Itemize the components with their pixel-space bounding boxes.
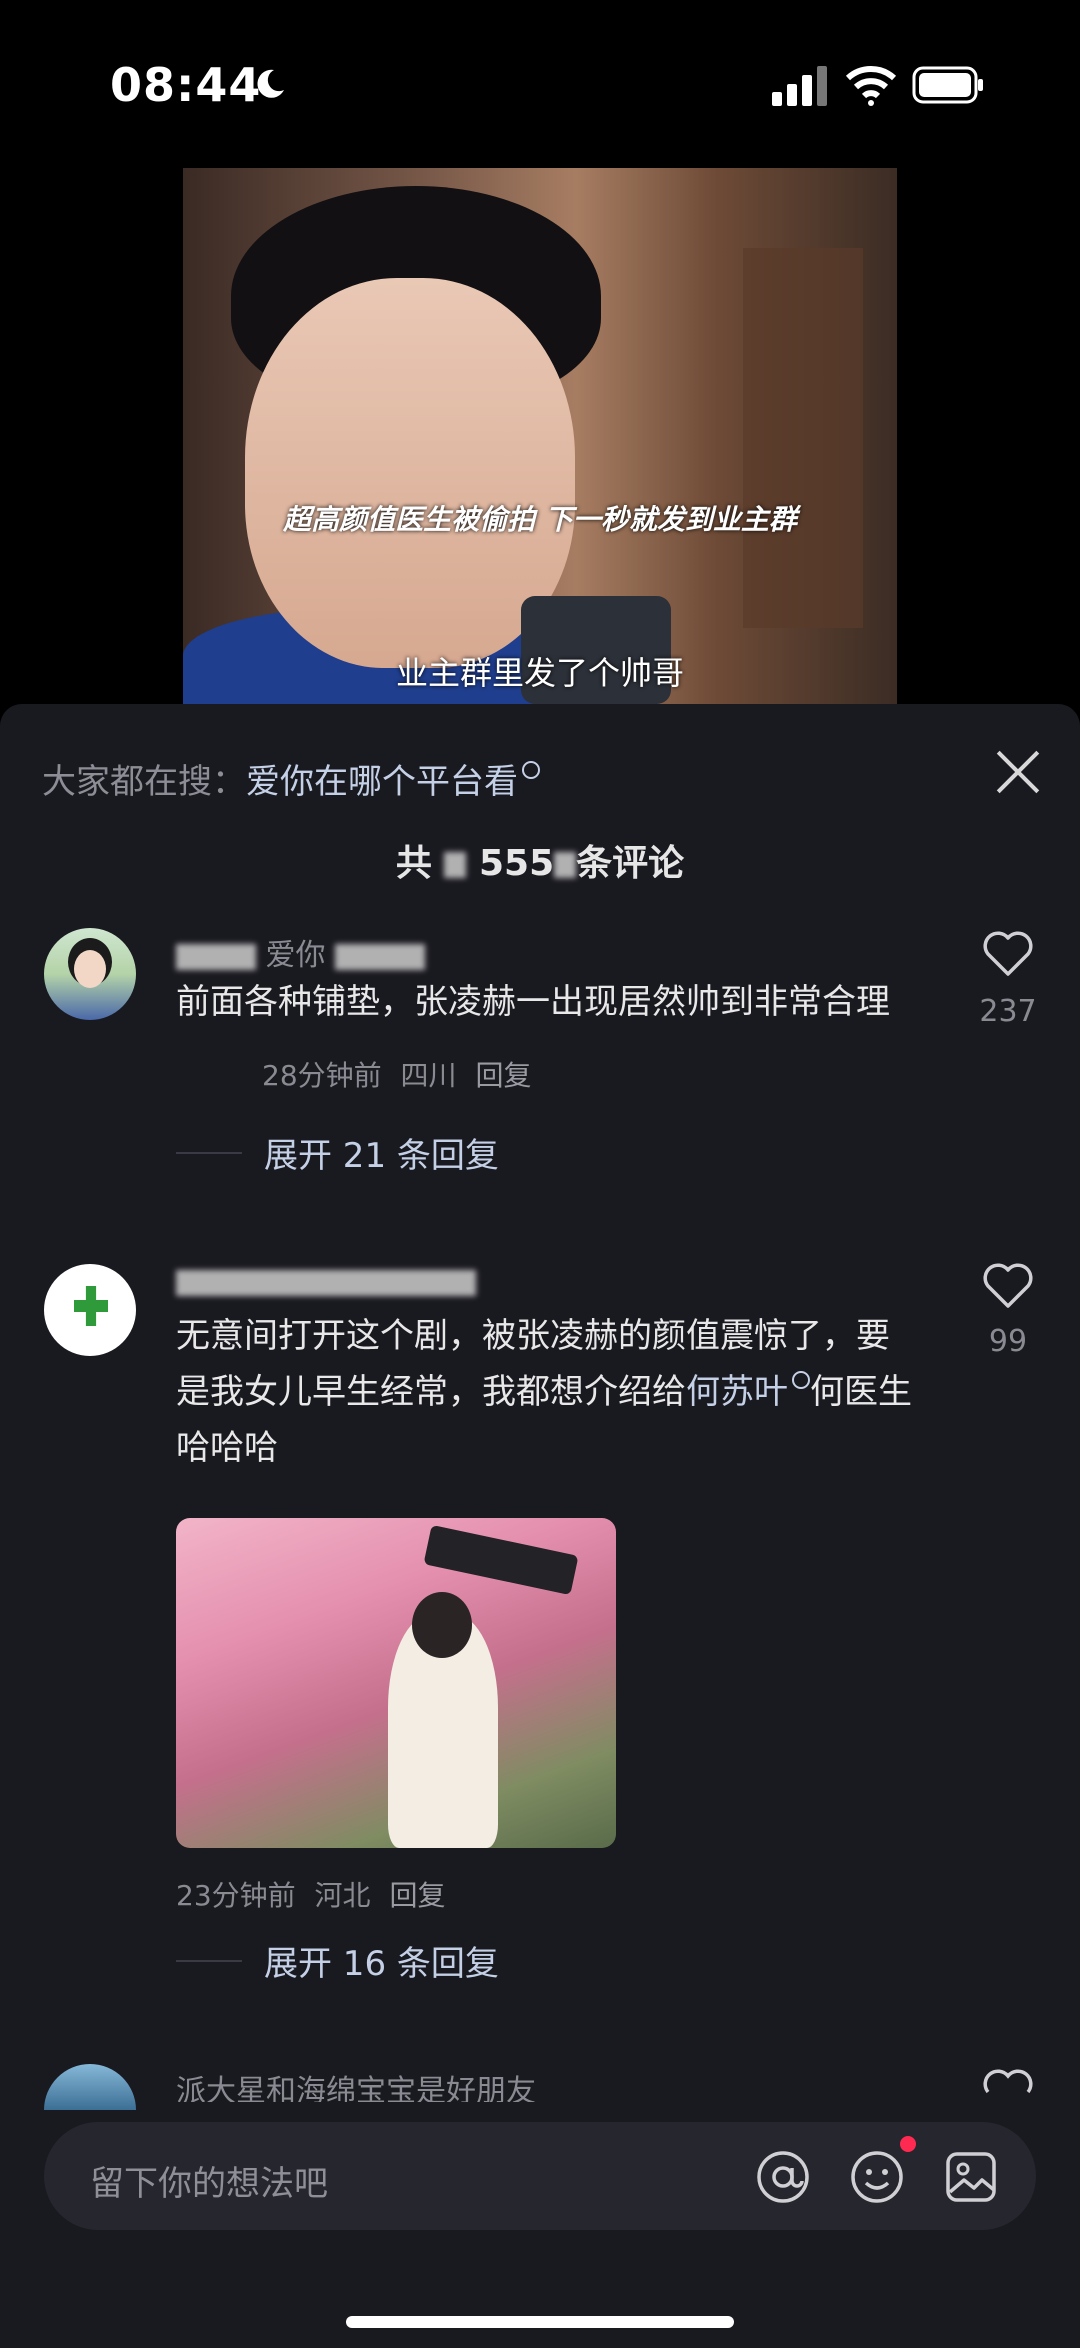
divider — [176, 1960, 242, 1962]
divider — [176, 1152, 242, 1154]
avatar-cross-shape — [74, 1286, 108, 1326]
image-picker-icon[interactable] — [942, 2148, 1000, 2206]
close-icon[interactable] — [994, 748, 1042, 796]
comment-meta: 23分钟前 河北 回复 — [176, 1874, 455, 1914]
cellular-signal-icon — [772, 66, 827, 106]
comment-count-prefix: 共 — [395, 843, 432, 884]
comment-time: 28分钟前 — [262, 1059, 382, 1092]
reply-button[interactable]: 回复 — [475, 1059, 531, 1092]
battery-icon — [912, 66, 983, 104]
trending-search-prefix: 大家都在搜： — [42, 762, 246, 802]
comment-image[interactable] — [176, 1518, 616, 1848]
comment-text: 无意间打开这个剧，被张凌赫的颜值震惊了，要是我女儿早生经常，我都想介绍给何苏叶何… — [176, 1308, 916, 1476]
heart-icon[interactable] — [982, 1262, 1034, 1310]
comments-sheet: 大家都在搜：爱你在哪个平台看 共 555 条评论 爱你 前面各种铺垫，张凌赫一出现… — [0, 704, 1080, 2348]
comment-time: 23分钟前 — [176, 1879, 296, 1912]
comment-location: 河北 — [314, 1879, 371, 1912]
expand-replies-button[interactable]: 展开 16 条回复 — [264, 1936, 499, 1985]
comment-username[interactable] — [176, 1264, 476, 1299]
comment-count-suffix: 条评论 — [576, 843, 685, 884]
wifi-icon — [846, 66, 896, 106]
redacted-block — [554, 852, 577, 878]
heart-icon[interactable] — [982, 930, 1034, 978]
comment-input-bar[interactable]: 留下你的想法吧 — [44, 2122, 1036, 2230]
moon-icon — [257, 69, 284, 98]
comment-username[interactable]: 派大星和海绵宝宝是好朋友 — [176, 2066, 536, 2102]
like-count: 99 — [988, 1324, 1028, 1359]
comment-username[interactable]: 爱你 — [176, 930, 426, 974]
clock: 08:44 — [110, 58, 262, 112]
search-icon — [522, 761, 540, 779]
username-text: 爱你 — [265, 938, 326, 973]
comment-location: 四川 — [400, 1059, 457, 1092]
redacted-block — [444, 852, 467, 878]
image-umbrella — [423, 1524, 579, 1596]
expand-replies-button[interactable]: 展开 21 条回复 — [264, 1128, 499, 1177]
search-icon — [792, 1371, 810, 1389]
avatar-face — [74, 950, 106, 988]
avatar[interactable] — [44, 2064, 136, 2110]
redacted-block — [176, 943, 256, 970]
video-player[interactable]: 超高颜值医生被偷拍 下一秒就发到业主群 业主群里发了个帅哥 — [183, 168, 897, 704]
trending-search[interactable]: 大家都在搜：爱你在哪个平台看 — [42, 754, 540, 803]
comment-meta: 28分钟前 四川 回复 — [262, 1054, 541, 1094]
avatar[interactable] — [44, 928, 136, 1020]
like-count: 237 — [979, 994, 1037, 1029]
reply-button[interactable]: 回复 — [389, 1879, 445, 1912]
avatar[interactable] — [44, 1264, 136, 1356]
comment-count: 共 555 条评论 — [0, 834, 1080, 886]
at-mention-icon[interactable] — [754, 2148, 812, 2206]
trending-search-keyword[interactable]: 爱你在哪个平台看 — [246, 762, 518, 802]
video-caption-top: 超高颜值医生被偷拍 下一秒就发到业主群 — [283, 503, 797, 536]
status-bar: 08:44 — [0, 0, 1080, 170]
comment-text: 前面各种铺垫，张凌赫一出现居然帅到非常合理 — [176, 982, 890, 1022]
video-background — [743, 248, 863, 628]
home-indicator[interactable] — [346, 2316, 734, 2328]
redacted-block — [335, 943, 426, 970]
comment-input-placeholder[interactable]: 留下你的想法吧 — [90, 2156, 328, 2205]
emoji-icon[interactable] — [848, 2148, 906, 2206]
image-figure-head — [412, 1592, 472, 1658]
comment-count-number: 555 — [478, 843, 555, 884]
video-caption-bottom: 业主群里发了个帅哥 — [395, 654, 684, 692]
mention-link[interactable]: 何苏叶 — [686, 1372, 788, 1412]
notification-dot — [900, 2136, 916, 2152]
heart-icon[interactable] — [982, 2068, 1034, 2104]
redacted-block — [176, 1269, 476, 1296]
